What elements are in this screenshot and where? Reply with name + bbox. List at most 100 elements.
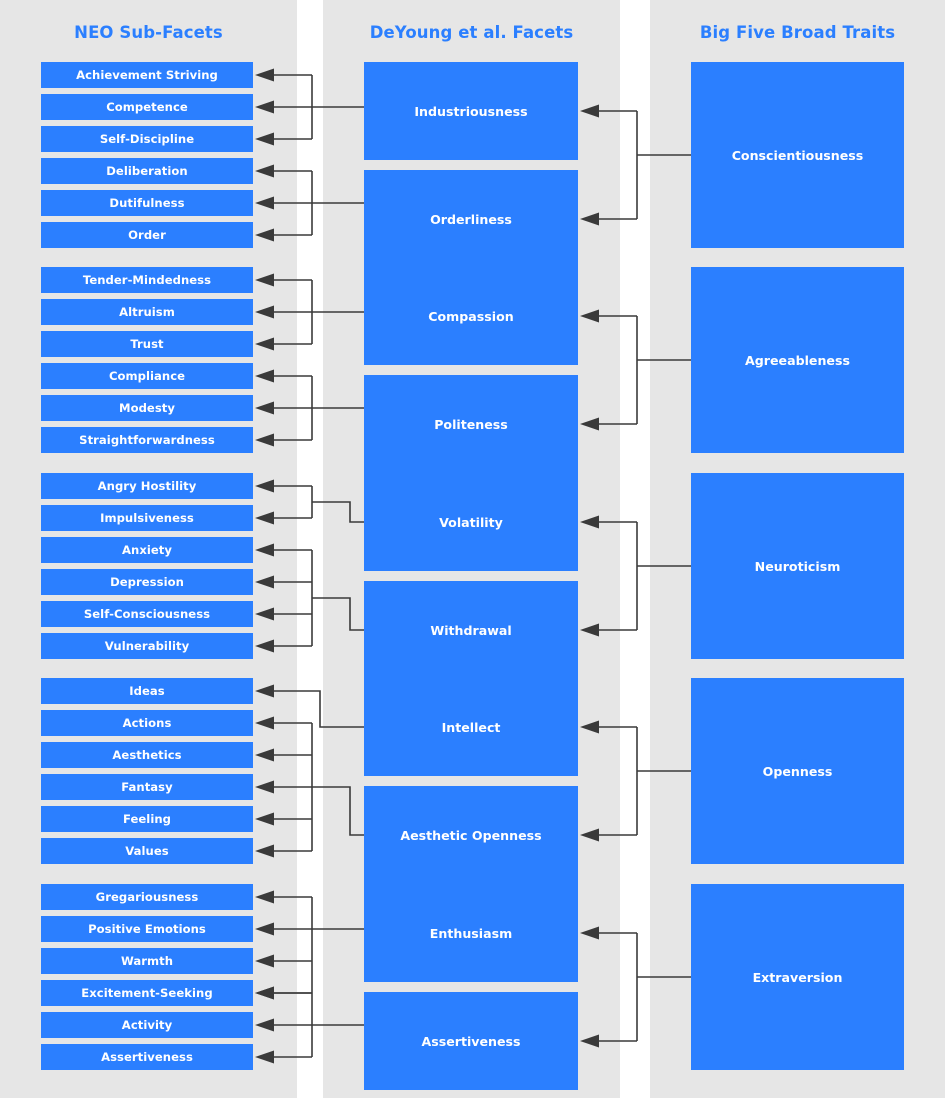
arrowhead-icon (255, 844, 274, 858)
trait-conscientiousness[interactable]: Conscientiousness (691, 62, 904, 248)
node-label: Values (125, 844, 169, 858)
facet-industriousness[interactable]: Industriousness (364, 62, 578, 160)
connector-line (312, 501, 364, 523)
facet-assertiveness[interactable]: Assertiveness (364, 992, 578, 1090)
node-label: Agreeableness (745, 352, 850, 368)
subfacet-values[interactable]: Values (41, 838, 253, 864)
node-label: Competence (106, 100, 188, 114)
subfacet-feeling[interactable]: Feeling (41, 806, 253, 832)
node-label: Assertiveness (421, 1033, 521, 1049)
subfacet-ideas[interactable]: Ideas (41, 678, 253, 704)
node-label: Neuroticism (754, 558, 841, 574)
node-label: Conscientiousness (731, 147, 864, 163)
subfacet-self-discipline[interactable]: Self-Discipline (41, 126, 253, 152)
node-label: Excitement-Seeking (81, 986, 213, 1000)
subfacet-anxiety[interactable]: Anxiety (41, 537, 253, 563)
node-label: Withdrawal (430, 622, 512, 638)
arrowhead-icon (255, 890, 274, 904)
arrowhead-icon (255, 511, 274, 525)
arrowhead-icon (255, 543, 274, 557)
trait-extraversion[interactable]: Extraversion (691, 884, 904, 1070)
arrowhead-icon (255, 100, 274, 114)
arrowhead-icon (580, 623, 599, 637)
trait-agreeableness[interactable]: Agreeableness (691, 267, 904, 453)
arrowhead-icon (255, 433, 274, 447)
node-label: Intellect (441, 719, 501, 735)
subfacet-vulnerability[interactable]: Vulnerability (41, 633, 253, 659)
node-label: Openness (762, 763, 833, 779)
trait-neuroticism[interactable]: Neuroticism (691, 473, 904, 659)
node-label: Straightforwardness (79, 433, 215, 447)
node-label: Assertiveness (101, 1050, 193, 1064)
facet-orderliness[interactable]: Orderliness (364, 170, 578, 268)
node-label: Politeness (434, 416, 508, 432)
arrowhead-icon (580, 212, 599, 226)
arrowhead-icon (255, 337, 274, 351)
subfacet-compliance[interactable]: Compliance (41, 363, 253, 389)
arrowhead-icon (255, 575, 274, 589)
subfacet-self-consciousness[interactable]: Self-Consciousness (41, 601, 253, 627)
connector-line (274, 690, 364, 728)
subfacet-gregariousness[interactable]: Gregariousness (41, 884, 253, 910)
node-label: Gregariousness (95, 890, 199, 904)
subfacet-competence[interactable]: Competence (41, 94, 253, 120)
diagram-canvas: NEO Sub-Facets DeYoung et al. Facets Big… (0, 0, 945, 1098)
facet-compassion[interactable]: Compassion (364, 267, 578, 365)
node-label: Industriousness (414, 103, 528, 119)
subfacet-altruism[interactable]: Altruism (41, 299, 253, 325)
connector-line (312, 786, 364, 836)
subfacet-warmth[interactable]: Warmth (41, 948, 253, 974)
subfacet-activity[interactable]: Activity (41, 1012, 253, 1038)
facet-politeness[interactable]: Politeness (364, 375, 578, 473)
facet-withdrawal[interactable]: Withdrawal (364, 581, 578, 679)
subfacet-depression[interactable]: Depression (41, 569, 253, 595)
arrowhead-icon (255, 132, 274, 146)
node-label: Trust (130, 337, 164, 351)
facet-volatility[interactable]: Volatility (364, 473, 578, 571)
node-label: Deliberation (106, 164, 188, 178)
arrowhead-icon (580, 828, 599, 842)
arrowhead-icon (255, 922, 274, 936)
arrowhead-icon (255, 305, 274, 319)
arrowhead-icon (580, 309, 599, 323)
subfacet-assertiveness[interactable]: Assertiveness (41, 1044, 253, 1070)
subfacet-aesthetics[interactable]: Aesthetics (41, 742, 253, 768)
arrowhead-icon (255, 228, 274, 242)
trait-openness[interactable]: Openness (691, 678, 904, 864)
node-label: Fantasy (121, 780, 173, 794)
node-label: Compliance (108, 369, 186, 383)
subfacet-achievement-striving[interactable]: Achievement Striving (41, 62, 253, 88)
subfacet-tender-mindedness[interactable]: Tender-Mindedness (41, 267, 253, 293)
arrowhead-icon (580, 104, 599, 118)
subfacet-order[interactable]: Order (41, 222, 253, 248)
node-label: Compassion (428, 308, 514, 324)
arrowhead-icon (580, 417, 599, 431)
arrowhead-icon (255, 196, 274, 210)
subfacet-fantasy[interactable]: Fantasy (41, 774, 253, 800)
subfacet-angry-hostility[interactable]: Angry Hostility (41, 473, 253, 499)
node-label: Anxiety (122, 543, 172, 557)
subfacet-trust[interactable]: Trust (41, 331, 253, 357)
arrowhead-icon (255, 1050, 274, 1064)
arrowhead-icon (255, 273, 274, 287)
subfacet-dutifulness[interactable]: Dutifulness (41, 190, 253, 216)
facet-enthusiasm[interactable]: Enthusiasm (364, 884, 578, 982)
subfacet-deliberation[interactable]: Deliberation (41, 158, 253, 184)
arrowhead-icon (255, 164, 274, 178)
node-label: Self-Consciousness (83, 607, 211, 621)
subfacet-positive-emotions[interactable]: Positive Emotions (41, 916, 253, 942)
subfacet-actions[interactable]: Actions (41, 710, 253, 736)
subfacet-excitement-seeking[interactable]: Excitement-Seeking (41, 980, 253, 1006)
arrowhead-icon (255, 401, 274, 415)
node-label: Ideas (129, 684, 165, 698)
facet-intellect[interactable]: Intellect (364, 678, 578, 776)
arrowhead-icon (255, 369, 274, 383)
arrowhead-icon (255, 812, 274, 826)
arrowhead-icon (580, 1034, 599, 1048)
facet-aesthetic-openness[interactable]: Aesthetic Openness (364, 786, 578, 884)
subfacet-modesty[interactable]: Modesty (41, 395, 253, 421)
node-label: Tender-Mindedness (82, 273, 212, 287)
subfacet-impulsiveness[interactable]: Impulsiveness (41, 505, 253, 531)
subfacet-straightforwardness[interactable]: Straightforwardness (41, 427, 253, 453)
node-label: Angry Hostility (97, 479, 197, 493)
